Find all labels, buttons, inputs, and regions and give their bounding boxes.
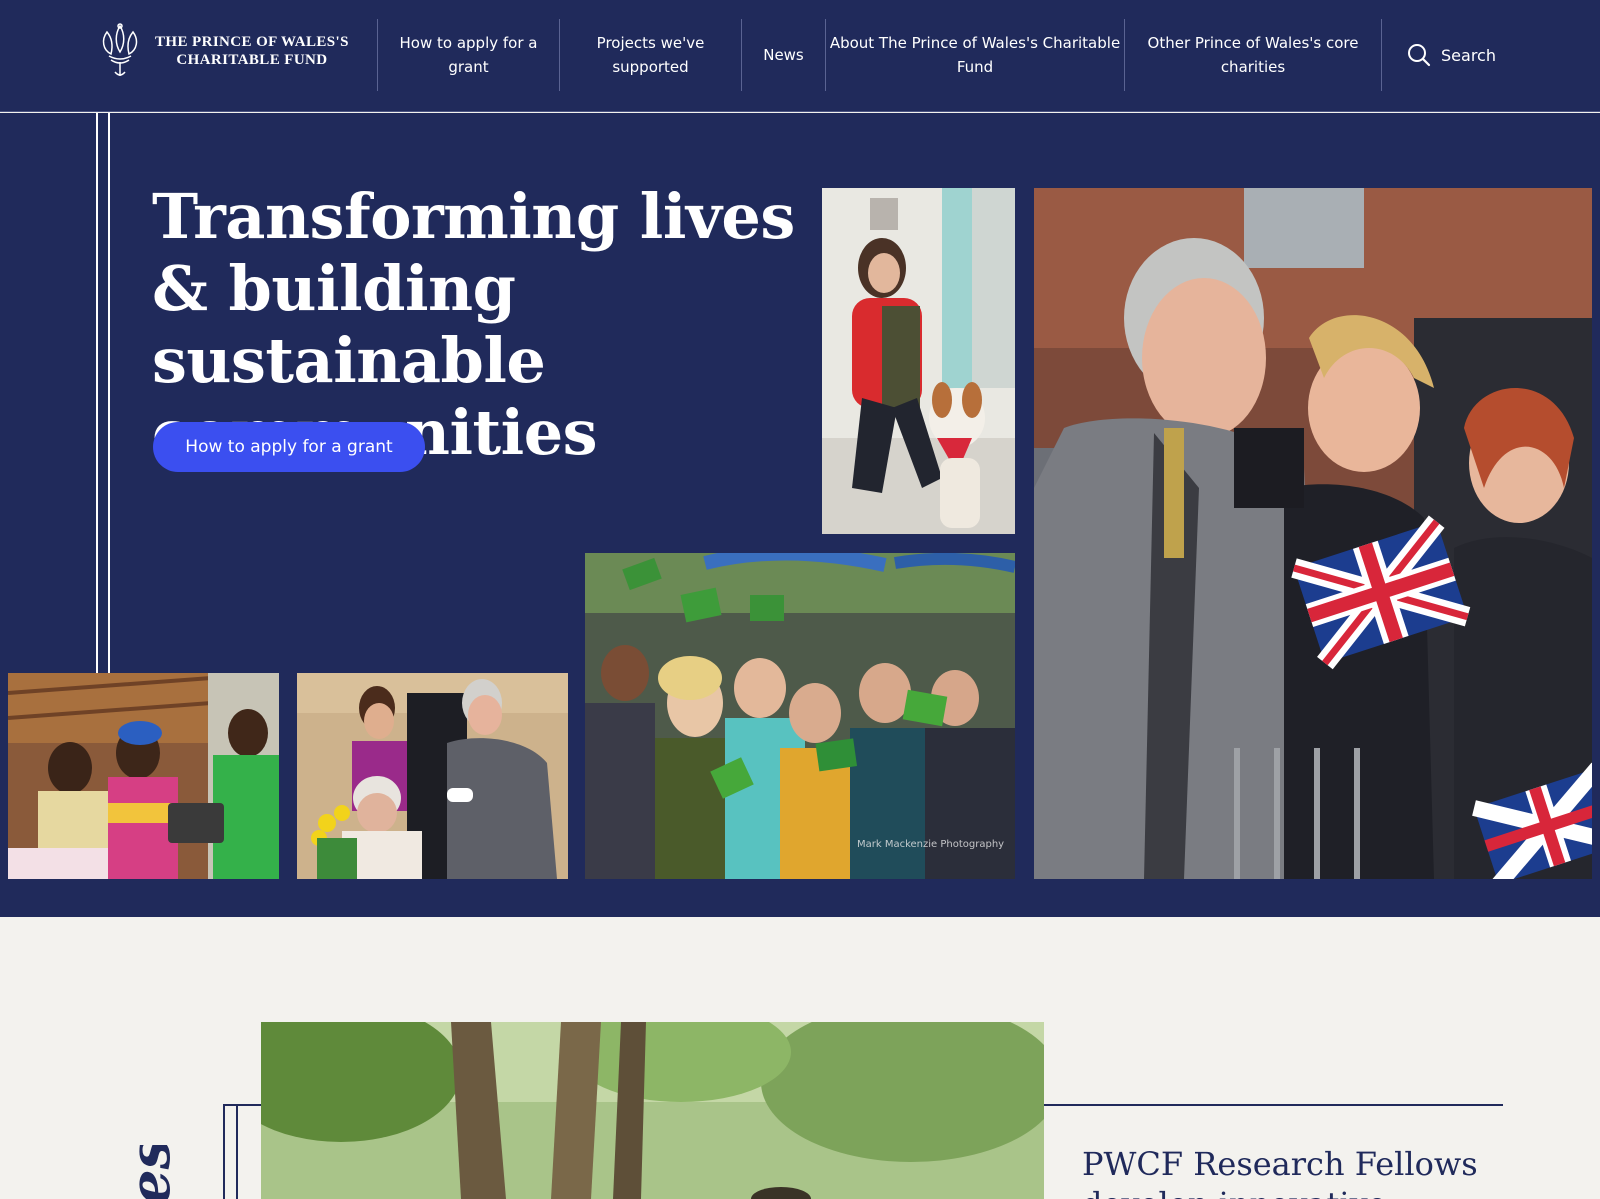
nav-item-other-charities[interactable]: Other Prince of Wales's core charities	[1124, 19, 1381, 91]
search-icon	[1408, 44, 1431, 67]
site-header: THE PRINCE OF WALES'S CHARITABLE FUND Ho…	[0, 0, 1600, 112]
photo-credit: Mark Mackenzie Photography	[857, 839, 1005, 850]
photo-prince-with-schoolchildren	[1034, 188, 1592, 879]
photo-woman-with-dog	[822, 188, 1015, 534]
decorative-line	[108, 113, 110, 673]
section-vertical-heading: es	[120, 1145, 180, 1199]
prince-of-wales-feathers-icon	[102, 23, 138, 76]
nav-item-apply-for-grant[interactable]: How to apply for a grant	[377, 19, 559, 91]
photo-women-community	[8, 673, 279, 879]
logo-wordmark: THE PRINCE OF WALES'S CHARITABLE FUND	[155, 33, 349, 69]
photo-crowd-with-flags: Mark Mackenzie Photography	[585, 553, 1015, 879]
photo-forest-feature[interactable]	[261, 1022, 1044, 1199]
decorative-line	[236, 1104, 238, 1199]
apply-for-grant-button[interactable]: How to apply for a grant	[153, 422, 425, 472]
featured-news-title[interactable]: PWCF Research Fellows develop innovative	[1082, 1144, 1502, 1199]
nav-item-news[interactable]: News	[741, 19, 825, 91]
decorative-line	[223, 1104, 225, 1199]
hero-section: Transforming lives & building sustainabl…	[0, 113, 1600, 917]
decorative-line	[223, 1104, 263, 1106]
logo-line-2: CHARITABLE FUND	[176, 52, 328, 68]
nav-item-projects[interactable]: Projects we've supported	[559, 19, 741, 91]
decorative-line	[96, 113, 98, 673]
search-button[interactable]: Search	[1381, 19, 1521, 91]
site-logo[interactable]: THE PRINCE OF WALES'S CHARITABLE FUND	[95, 20, 365, 82]
nav-item-about[interactable]: About The Prince of Wales's Charitable F…	[825, 19, 1124, 91]
search-label: Search	[1441, 45, 1496, 65]
decorative-line	[1043, 1104, 1503, 1106]
photo-prince-serving-tea	[297, 673, 568, 879]
logo-line-1: THE PRINCE OF WALES'S	[155, 34, 349, 50]
